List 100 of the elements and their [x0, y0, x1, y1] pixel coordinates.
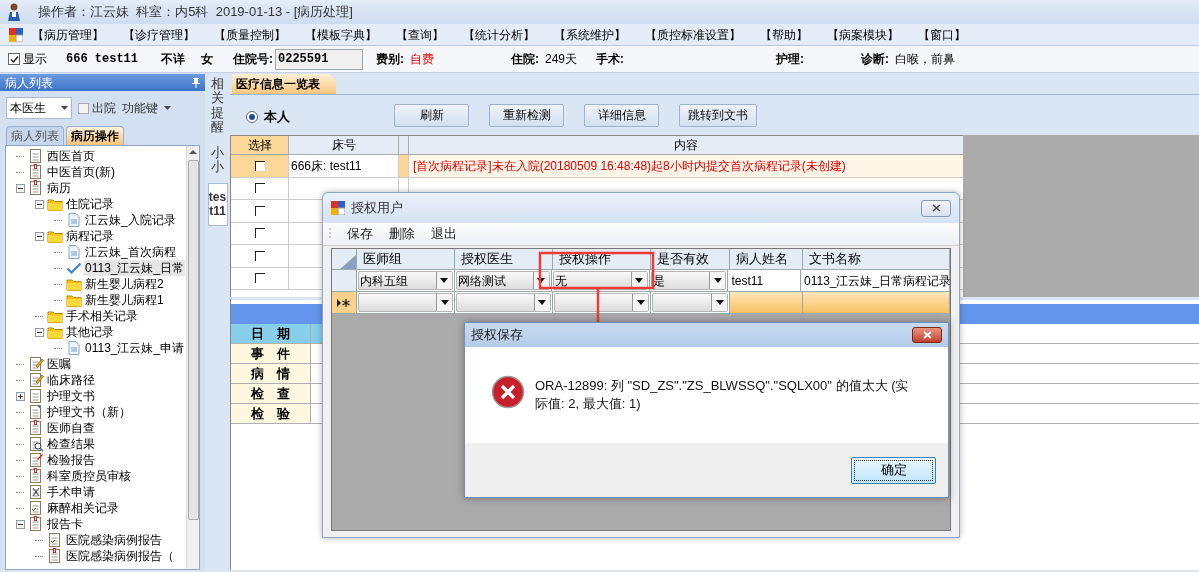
folder-icon — [66, 292, 82, 308]
checkbox-label: 显示 — [23, 51, 47, 68]
tree-item[interactable]: 西医首页 — [46, 148, 96, 164]
discharged-checkbox[interactable] — [78, 102, 89, 114]
collapse-toggle[interactable] — [34, 231, 44, 241]
radio-button[interactable] — [246, 111, 258, 123]
tree-item[interactable]: 麻醉相关记录 — [46, 500, 120, 516]
combo-box[interactable] — [456, 293, 551, 312]
scissors-clipboard-icon — [28, 484, 44, 500]
menu-item[interactable]: 【诊疗管理】 — [123, 25, 195, 44]
row-header: 病 情 — [231, 364, 311, 383]
row-header[interactable] — [332, 292, 357, 314]
field-value: 249天 — [545, 51, 578, 68]
patient-age: 不详 — [161, 51, 186, 68]
tree-item[interactable]: 新生婴儿病程1 — [84, 292, 165, 308]
menu-item[interactable]: 【质控标准设置】 — [645, 25, 741, 44]
tree-item[interactable]: 病历 — [46, 180, 72, 196]
tree-item[interactable]: 医师自查 — [46, 420, 96, 436]
checklist-icon — [47, 532, 63, 548]
combo-box[interactable]: 是 — [650, 271, 727, 290]
row-checkbox[interactable] — [254, 160, 265, 171]
tree-item[interactable]: 江云妹_首次病程 — [84, 244, 177, 260]
display-checkbox[interactable] — [8, 53, 20, 65]
tree-item[interactable]: 其他记录 — [65, 324, 115, 340]
tree-item[interactable]: 0113_江云妹_申请 — [84, 340, 186, 356]
row-header: 检 查 — [231, 384, 311, 403]
tree-item[interactable]: 手术申请 — [46, 484, 96, 500]
reminder-tab[interactable]: 相关提醒 — [211, 77, 224, 135]
tree-item[interactable]: 住院记录 — [65, 196, 115, 212]
tree-item[interactable]: 检查结果 — [46, 436, 96, 452]
caret-icon — [440, 278, 449, 283]
tree-item[interactable]: 新生婴儿病程2 — [84, 276, 165, 292]
function-menu[interactable]: 功能键 — [122, 99, 171, 117]
row-checkbox[interactable] — [254, 183, 265, 194]
tree-item[interactable]: 检验报告 — [46, 452, 96, 468]
tree-item[interactable]: 护理文书（新） — [46, 404, 132, 420]
column-header: 日 期 — [231, 324, 311, 343]
toolbar-button[interactable]: 刷新 — [394, 103, 469, 127]
radio-label: 本人 — [264, 108, 290, 127]
tab[interactable]: 病人列表 — [6, 126, 64, 145]
toolbar-button[interactable]: 保存 — [347, 224, 373, 244]
close-button[interactable] — [921, 199, 951, 217]
tree-item[interactable]: 护理文书 — [46, 388, 96, 404]
table-row[interactable]: 666床: test11 [首次病程记录]未在入院(20180509 16:48:48)起8小时内提交首次病程记录(未创建) — [231, 155, 963, 178]
patient-name: 666 test11 — [66, 51, 139, 68]
pin-icon[interactable] — [192, 77, 200, 88]
tree-item[interactable]: 江云妹_入院记录 — [84, 212, 177, 228]
pin-document-icon — [28, 452, 44, 468]
menu-item[interactable]: 【模板字典】 — [305, 25, 377, 44]
collapse-toggle[interactable] — [15, 519, 25, 529]
toolbar-button[interactable]: 退出 — [431, 224, 457, 244]
ok-button[interactable]: 确定 — [851, 456, 936, 484]
menu-item[interactable]: 【统计分析】 — [463, 25, 535, 44]
collapse-toggle[interactable] — [34, 199, 44, 209]
tree-item[interactable]: 手术相关记录 — [65, 308, 139, 324]
row-checkbox[interactable] — [254, 273, 265, 284]
tree-item[interactable]: 中医首页(新) — [46, 164, 116, 180]
scrollbar[interactable] — [186, 146, 199, 569]
menu-item[interactable]: 【病案模块】 — [827, 25, 899, 44]
corner-icon — [339, 255, 356, 269]
tree-item[interactable]: 0113_江云妹_日常 — [84, 260, 186, 276]
toolbar-button[interactable]: 删除 — [389, 224, 415, 244]
menu-item[interactable]: 【窗口】 — [918, 25, 966, 44]
folder-icon — [66, 276, 82, 292]
combo-box[interactable] — [553, 293, 650, 312]
menu-item[interactable]: 【帮助】 — [760, 25, 808, 44]
patient-tab[interactable]: test11 — [207, 182, 228, 226]
menu-item[interactable]: 【病历管理】 — [32, 25, 104, 44]
combo-box[interactable] — [652, 293, 729, 312]
doctor-select[interactable]: 本医生 — [6, 97, 72, 119]
tree-item[interactable]: 临床路径 — [46, 372, 96, 388]
tree-item[interactable]: 医嘱 — [46, 356, 72, 372]
patient-sex: 女 — [201, 51, 214, 68]
field-value: 自费 — [410, 51, 434, 68]
tree-item[interactable]: 病程记录 — [65, 228, 115, 244]
close-button[interactable] — [912, 327, 942, 343]
collapse-toggle[interactable] — [34, 327, 44, 337]
toolbar-button[interactable]: 详细信息 — [584, 103, 659, 127]
row-checkbox[interactable] — [254, 228, 265, 239]
tree-item[interactable]: 报告卡 — [46, 516, 84, 532]
tree-item[interactable]: 科室质控员审核 — [46, 468, 132, 484]
tree-item[interactable]: 医院感染病例报告（ — [65, 548, 175, 564]
toolbar-button[interactable]: 跳转到文书 — [679, 103, 757, 127]
tab[interactable]: 医疗信息一览表 — [232, 74, 336, 94]
menu-item[interactable]: 【查询】 — [396, 25, 444, 44]
menu-item[interactable]: 【系统维护】 — [554, 25, 626, 44]
combo-box[interactable]: 网络测试 — [455, 271, 550, 290]
tree-item[interactable]: 医院感染病例报告 — [65, 532, 163, 548]
collapse-toggle[interactable] — [15, 183, 25, 193]
tab[interactable]: 病历操作 — [66, 126, 124, 145]
row-checkbox[interactable] — [254, 205, 265, 216]
admission-number-field[interactable]: 0225591 — [275, 48, 363, 70]
field-label: 住院号: — [233, 51, 273, 68]
toolbar-button[interactable]: 重新检测 — [489, 103, 564, 127]
row-checkbox[interactable] — [254, 250, 265, 261]
grid-cell: test11 — [728, 270, 801, 292]
combo-box[interactable]: 内科五组 — [357, 271, 453, 290]
expand-toggle[interactable] — [15, 391, 25, 401]
menu-item[interactable]: 【质量控制】 — [214, 25, 286, 44]
document-icon — [28, 404, 44, 420]
